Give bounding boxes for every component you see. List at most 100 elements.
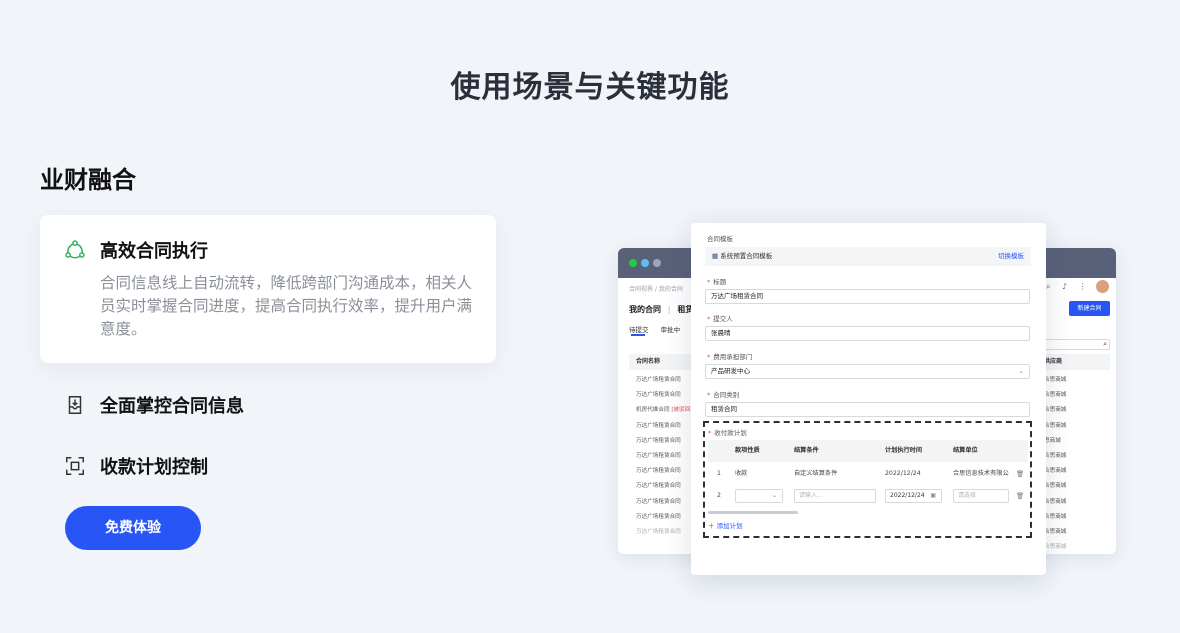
table-search-icon[interactable]: ⌕ bbox=[1044, 339, 1110, 350]
col-date: 计划执行时间 bbox=[885, 447, 923, 454]
window-dot-blue bbox=[641, 259, 649, 267]
table-row[interactable]: 万达广场租赁合同 bbox=[636, 464, 693, 479]
tab-pending-submit[interactable]: 待提交 bbox=[629, 326, 649, 334]
feature-card-efficient-execution[interactable]: 高效合同执行 合同信息线上自动流转，降低跨部门沟通成本，相关人员实时掌握合同进度… bbox=[40, 215, 496, 363]
table-row[interactable]: 万达广场租赁合同 bbox=[636, 419, 693, 434]
row-date: 2022/12/24 bbox=[885, 470, 921, 477]
feature-title: 收款计划控制 bbox=[100, 457, 208, 478]
table-header-supplier: 供应商 bbox=[1044, 354, 1110, 370]
plan-table-header: 款项性质 结算条件 计划执行时间 结算单位 bbox=[708, 440, 1028, 462]
table-cell: 合思商城 bbox=[1044, 452, 1067, 459]
more-icon[interactable]: ⋮ bbox=[1079, 282, 1087, 291]
table-row[interactable]: 万达广场租赁合同 bbox=[636, 373, 693, 388]
submitter-label: * 提交人 bbox=[707, 315, 733, 323]
tab-in-approval[interactable]: 审批中 bbox=[661, 326, 681, 334]
contract-list: 万达广场租赁合同 万达广场租赁合同 机房代维合同 [被驳回] 万达广场租赁合同 … bbox=[636, 373, 693, 540]
table-row[interactable]: 万达广场租赁合同 bbox=[636, 434, 693, 449]
feature-item-contract-info[interactable]: 全面掌控合同信息 bbox=[64, 392, 244, 418]
label-text: 提交人 bbox=[713, 315, 733, 323]
title-label: * 标题 bbox=[707, 278, 727, 286]
table-row[interactable]: 万达广场租赁合同 bbox=[636, 495, 693, 510]
trash-icon[interactable]: 🗑 bbox=[1016, 463, 1024, 485]
unit-select[interactable]: 请选择 bbox=[953, 489, 1009, 503]
table-row[interactable]: 万达广场租赁合同 bbox=[636, 525, 693, 540]
window-dot-gray bbox=[653, 259, 661, 267]
table-cell: 合思商城 bbox=[1044, 407, 1067, 414]
rejected-tag: [被驳回] bbox=[671, 407, 693, 414]
dept-value: 产品研发中心 bbox=[711, 367, 750, 375]
add-plan-button[interactable]: ＋ 添加计划 bbox=[708, 520, 743, 530]
type-input[interactable]: 租赁合同 bbox=[705, 402, 1030, 417]
supplier-list: 合思商城 合思商城 合思商城 合思商城 思商城 合思商城 合思商城 合思商城 合… bbox=[1044, 373, 1066, 554]
feature-item-collection-plan[interactable]: 收款计划控制 bbox=[64, 453, 208, 479]
free-trial-button[interactable]: 免费体验 bbox=[65, 506, 201, 550]
section-title: 业财融合 bbox=[40, 166, 136, 194]
col-unit: 结算单位 bbox=[953, 447, 978, 454]
row-no: 1 bbox=[717, 470, 721, 477]
table-cell: 合思商城 bbox=[1044, 392, 1067, 399]
cycle-icon bbox=[65, 240, 85, 259]
template-value: 系统预置合同模板 bbox=[720, 252, 773, 260]
table-cell: 合思商城 bbox=[1044, 513, 1067, 520]
condition-input[interactable]: 请输入... bbox=[794, 489, 876, 503]
payment-plan-section: * 收付款计划 款项性质 结算条件 计划执行时间 结算单位 1 收款 自定义结算条… bbox=[703, 421, 1032, 538]
plan-row[interactable]: 2 ⌄ 请输入... 2022/12/24 ▣ 请选择 🗑 bbox=[708, 485, 1028, 507]
switch-template-link[interactable]: 切换模板 bbox=[998, 247, 1024, 266]
dept-select[interactable]: 产品研发中心 ⌄ bbox=[705, 364, 1030, 379]
search-icon[interactable]: ⌕ bbox=[1046, 282, 1050, 291]
row-name: 机房代维合同 bbox=[636, 407, 670, 414]
col-condition: 结算条件 bbox=[794, 447, 819, 454]
feature-title: 高效合同执行 bbox=[100, 241, 208, 262]
status-tabs: 待提交 审批中 bbox=[629, 324, 690, 334]
heading-my-contracts: 我的合同 bbox=[629, 305, 661, 314]
table-row[interactable]: 万达广场租赁合同 bbox=[636, 388, 693, 403]
title-input[interactable]: 万达广场租赁合同 bbox=[705, 289, 1030, 304]
submitter-input[interactable]: 张晨晴 bbox=[705, 326, 1030, 341]
back-heading: 我的合同 | 租赁 bbox=[629, 304, 694, 315]
toolbar-icons: ⌕ ♪ ⋮ bbox=[1046, 282, 1096, 292]
plan-label: * 收付款计划 bbox=[708, 429, 747, 437]
table-cell: 合思商城 bbox=[1044, 483, 1067, 490]
horizontal-scrollbar[interactable] bbox=[708, 511, 798, 514]
new-contract-button[interactable]: 新建合同 bbox=[1069, 301, 1110, 316]
avatar[interactable] bbox=[1096, 280, 1109, 293]
type-label: * 合同类别 bbox=[707, 391, 740, 399]
label-text: 合同类别 bbox=[713, 391, 740, 399]
heading-divider: | bbox=[667, 305, 671, 314]
bell-icon[interactable]: ♪ bbox=[1062, 282, 1067, 291]
dept-label: * 费用承担部门 bbox=[707, 353, 753, 361]
feature-description: 合同信息线上自动流转，降低跨部门沟通成本，相关人员实时掌握合同进度，提高合同执行… bbox=[100, 274, 473, 338]
table-header-name: 合同名称 bbox=[629, 354, 691, 370]
label-text: 收付款计划 bbox=[714, 429, 747, 437]
inbox-download-icon bbox=[68, 396, 82, 414]
label-text: 费用承担部门 bbox=[713, 353, 753, 361]
trash-icon[interactable]: 🗑 bbox=[1016, 485, 1024, 507]
plan-row[interactable]: 1 收款 自定义结算条件 2022/12/24 合思信息技术有限公 🗑 bbox=[708, 463, 1028, 485]
chevron-down-icon: ⌄ bbox=[771, 492, 777, 499]
row-no: 2 bbox=[717, 492, 721, 499]
breadcrumb: 合同视界 / 我的合同 bbox=[629, 286, 683, 293]
active-tab-indicator bbox=[631, 334, 645, 336]
scan-frame-icon bbox=[66, 457, 84, 475]
table-cell: 合思商城 bbox=[1044, 422, 1067, 429]
row-unit: 合思信息技术有限公 bbox=[953, 470, 1009, 477]
table-cell: 合思商城 bbox=[1044, 528, 1067, 535]
template-selector[interactable]: ▦ 系统预置合同模板 切换模板 bbox=[705, 247, 1031, 266]
calendar-icon: ▣ bbox=[930, 492, 936, 499]
table-cell: 合思商城 bbox=[1044, 377, 1067, 383]
table-cell: 合思商城 bbox=[1044, 544, 1067, 551]
table-row[interactable]: 机房代维合同 [被驳回] bbox=[636, 403, 693, 418]
plus-icon: ＋ bbox=[708, 522, 717, 530]
table-row[interactable]: 万达广场租赁合同 bbox=[636, 479, 693, 494]
template-icon: ▦ bbox=[712, 252, 721, 260]
feature-title: 全面掌控合同信息 bbox=[100, 396, 244, 417]
add-plan-label: 添加计划 bbox=[716, 522, 743, 530]
col-nature: 款项性质 bbox=[735, 447, 760, 454]
nature-select[interactable]: ⌄ bbox=[735, 489, 783, 503]
table-row[interactable]: 万达广场租赁合同 bbox=[636, 510, 693, 525]
table-row[interactable]: 万达广场租赁合同 bbox=[636, 449, 693, 464]
table-cell: 合思商城 bbox=[1044, 498, 1067, 505]
label-text: 标题 bbox=[713, 278, 727, 286]
row-nature: 收款 bbox=[735, 470, 748, 477]
date-picker[interactable]: 2022/12/24 ▣ bbox=[885, 489, 942, 503]
